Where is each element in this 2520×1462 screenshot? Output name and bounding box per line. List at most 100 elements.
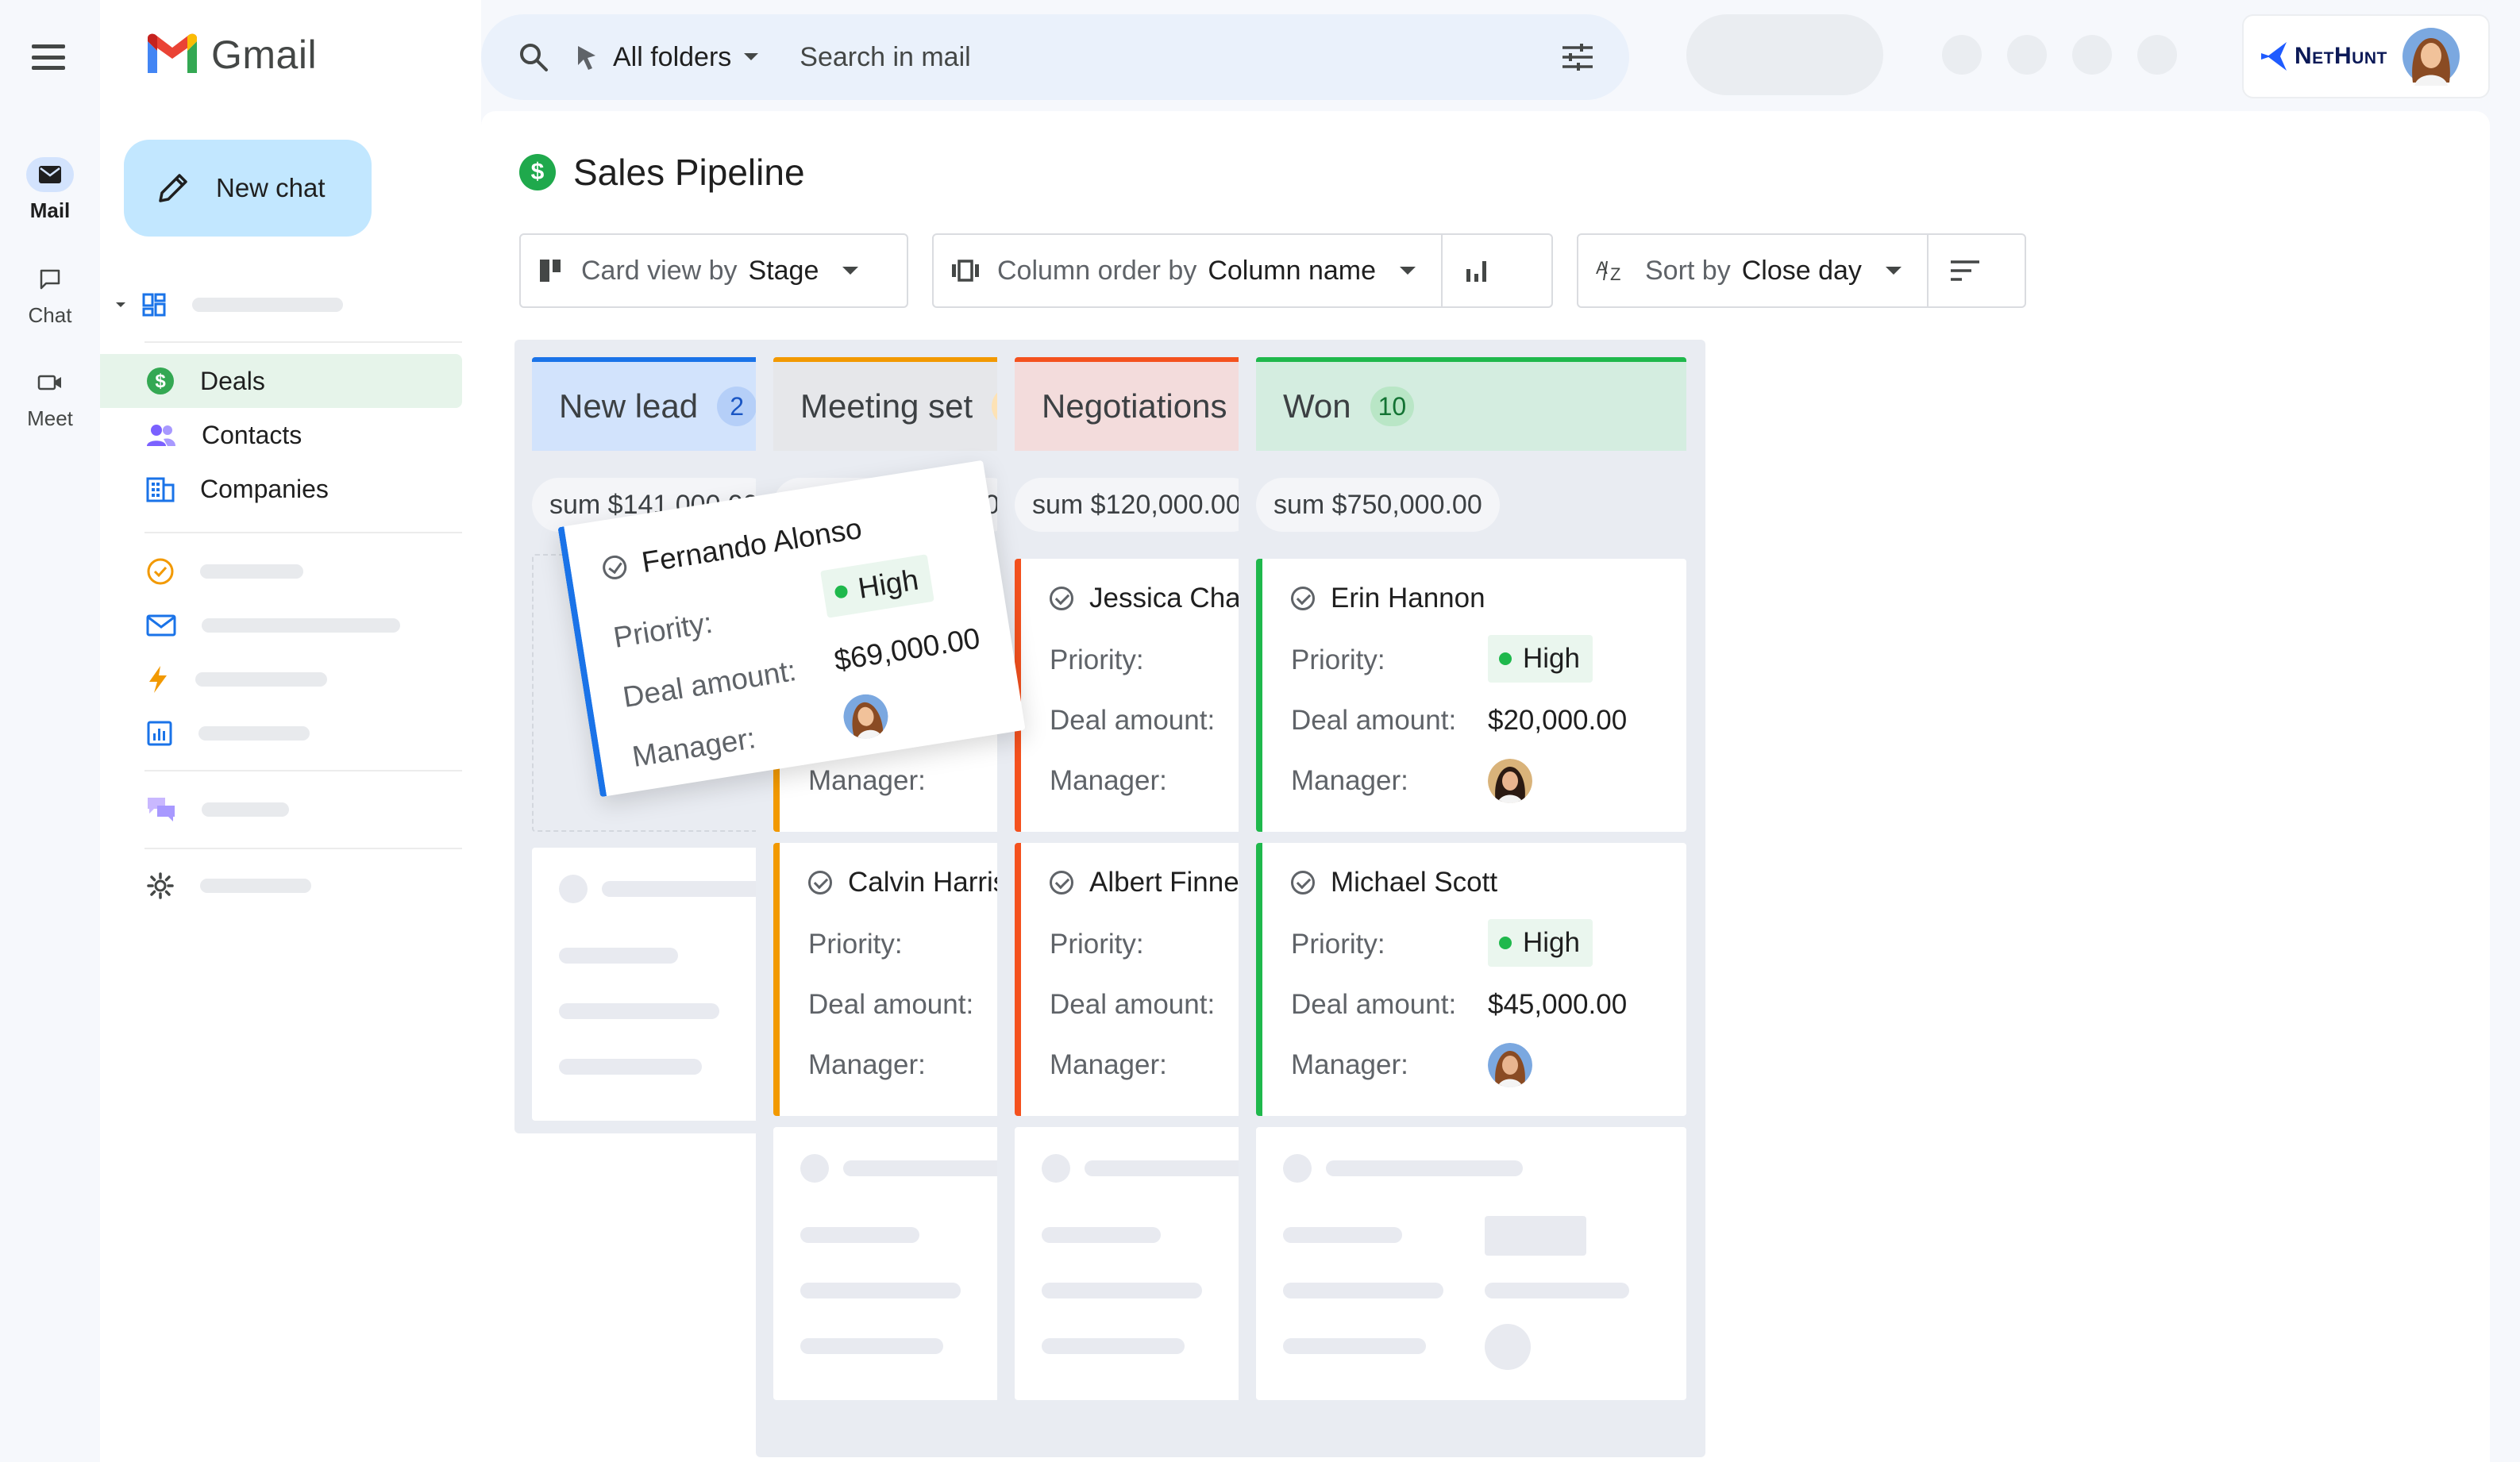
priority-label: Priority: — [1291, 929, 1385, 960]
priority-value: High — [1523, 643, 1580, 674]
check-circle-icon[interactable] — [808, 871, 832, 895]
priority-label: Priority: — [1291, 644, 1385, 675]
column-header[interactable]: Won 10 — [1256, 357, 1686, 451]
sidebar-item-contacts[interactable]: Contacts — [100, 408, 462, 462]
sidebar-item-automation[interactable] — [100, 652, 462, 706]
priority-value: High — [1523, 927, 1580, 958]
bar-chart-icon[interactable] — [1463, 258, 1490, 283]
priority-dot — [834, 584, 849, 599]
priority-badge: High — [1488, 919, 1593, 967]
deal-card[interactable]: Michael Scott Priority: High Deal amount: $4… — [1256, 843, 1686, 1116]
search-bar[interactable]: All folders Search in mail — [481, 14, 1629, 100]
toolbar-icon[interactable] — [2137, 35, 2177, 75]
search-icon[interactable] — [518, 41, 549, 73]
mail-icon — [39, 166, 61, 183]
priority-label: Priority: — [808, 929, 903, 960]
app-section-toggle[interactable] — [100, 278, 462, 332]
email-campaign-icon — [146, 614, 176, 637]
check-circle-icon[interactable] — [601, 553, 629, 582]
divider — [144, 848, 462, 849]
sort-dropdown[interactable]: AZ Sort by Close day — [1577, 233, 2026, 308]
pointer-icon — [578, 46, 595, 70]
building-icon — [146, 477, 175, 502]
sidebar-item-tasks[interactable] — [100, 544, 462, 598]
toolbar-icon[interactable] — [2072, 35, 2112, 75]
priority-badge: High — [1488, 635, 1593, 683]
sidebar-item-deals[interactable]: $ Deals — [100, 354, 462, 408]
main-panel: $ Sales Pipeline Card view by Stage Colu… — [481, 111, 2490, 1462]
manager-avatar[interactable] — [1488, 759, 1532, 803]
new-chat-button[interactable]: New chat — [124, 140, 372, 237]
priority-label: Priority: — [611, 606, 715, 654]
deal-amount-label: Deal amount: — [1050, 705, 1216, 736]
check-circle-icon[interactable] — [1291, 871, 1315, 895]
sidebar-item-label: Deals — [200, 366, 265, 395]
pipeline-column-won: Won 10 sum $750,000.00 Erin Hannon Priority:… — [1239, 340, 1705, 1457]
manager-avatar[interactable] — [1488, 1043, 1532, 1087]
column-order-prefix: Column order by — [997, 255, 1197, 286]
main-menu-icon[interactable] — [30, 40, 67, 75]
placeholder-bar — [202, 802, 289, 817]
sidebar-item-email-campaigns[interactable] — [100, 598, 462, 652]
column-count-badge: 2 — [717, 387, 757, 426]
manager-label: Manager: — [1291, 765, 1408, 796]
task-check-icon — [147, 558, 174, 585]
deal-card[interactable]: Erin Hannon Priority: High Deal amount: $20,… — [1256, 559, 1686, 832]
check-circle-icon[interactable] — [1050, 871, 1073, 895]
nethunt-account[interactable]: NetHunt — [2242, 14, 2490, 98]
status-pill[interactable] — [1686, 14, 1883, 95]
column-title: Meeting set — [800, 387, 973, 425]
sort-direction-icon[interactable] — [1949, 259, 1981, 283]
placeholder-bar — [198, 726, 310, 741]
column-title: New lead — [559, 387, 699, 425]
toolbar-icon[interactable] — [1942, 35, 1982, 75]
divider — [1926, 235, 1929, 306]
card-view-prefix: Card view by — [581, 255, 738, 286]
column-sum: sum $120,000.00 — [1015, 478, 1258, 532]
board-view-icon — [540, 260, 561, 282]
svg-text:$: $ — [155, 371, 166, 392]
chat-icon — [40, 269, 60, 290]
rail-meet[interactable]: Meet — [0, 365, 100, 431]
caret-down-icon — [116, 302, 125, 307]
rail-meet-label: Meet — [27, 406, 73, 430]
column-order-value: Column name — [1208, 255, 1376, 286]
deal-name: Erin Hannon — [1331, 583, 1485, 614]
sidebar-item-messages[interactable] — [100, 783, 462, 837]
placeholder-bar — [202, 618, 400, 633]
lightning-icon — [149, 666, 167, 693]
card-view-dropdown[interactable]: Card view by Stage — [519, 233, 908, 308]
app-name: Gmail — [211, 33, 318, 77]
priority-value: High — [855, 563, 921, 605]
column-title: Negotiations — [1042, 387, 1227, 425]
sidebar-item-reports[interactable] — [100, 706, 462, 760]
sidebar-item-settings[interactable] — [100, 859, 462, 913]
rail-mail[interactable]: Mail — [0, 157, 100, 223]
column-order-dropdown[interactable]: Column order by Column name — [932, 233, 1553, 308]
rail-chat[interactable]: Chat — [0, 262, 100, 328]
toolbar-icon[interactable] — [2007, 35, 2047, 75]
deal-name: Calvin Harris — [848, 867, 1008, 898]
search-options-icon[interactable] — [1561, 43, 1594, 71]
manager-avatar[interactable] — [840, 691, 891, 742]
messages-icon — [148, 798, 175, 821]
new-chat-label: New chat — [216, 173, 326, 202]
folder-scope-dropdown[interactable]: All folders — [573, 41, 760, 73]
folder-scope-label: All folders — [613, 41, 732, 72]
placeholder-bar — [195, 672, 327, 687]
search-input[interactable]: Search in mail — [800, 42, 970, 73]
dollar-icon: $ — [147, 367, 174, 394]
deal-amount-label: Deal amount: — [1291, 989, 1457, 1020]
check-circle-icon[interactable] — [1291, 587, 1315, 610]
deal-name: Albert Finney — [1089, 867, 1254, 898]
manager-label: Manager: — [1050, 765, 1167, 796]
deal-amount-label: Deal amount: — [808, 989, 974, 1020]
placeholder-card — [1256, 1127, 1686, 1400]
gmail-logo[interactable]: Gmail — [144, 32, 317, 78]
divider — [144, 770, 462, 771]
account-avatar[interactable] — [2402, 27, 2460, 86]
pencil-icon — [159, 174, 187, 202]
sidebar-item-companies[interactable]: Companies — [100, 462, 462, 516]
column-order-icon — [952, 260, 979, 282]
check-circle-icon[interactable] — [1050, 587, 1073, 610]
